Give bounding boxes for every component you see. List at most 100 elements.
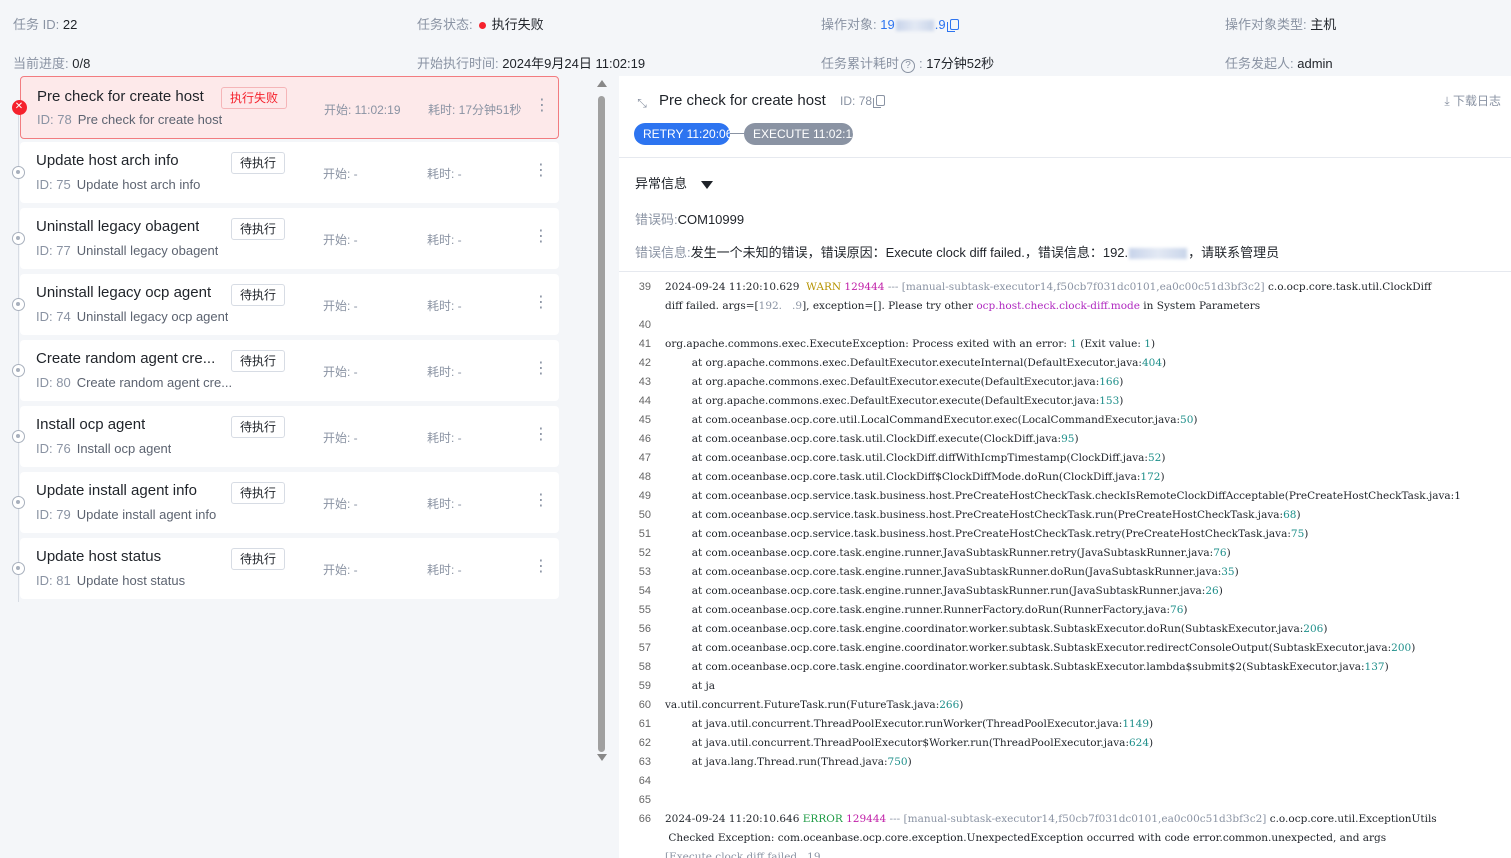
log-token: 200: [1391, 642, 1412, 654]
more-icon[interactable]: ⋮: [533, 160, 549, 182]
log-line-number: 51: [638, 528, 651, 540]
failed-node-icon: ✕: [12, 100, 27, 115]
exception-toggle[interactable]: 异常信息: [635, 173, 714, 192]
log-token: 266: [939, 699, 960, 711]
detail-id-value: 78: [858, 94, 873, 108]
log-token: ): [907, 756, 912, 768]
more-icon[interactable]: ⋮: [534, 95, 550, 117]
subtask-status-badge: 待执行: [231, 416, 286, 438]
subtask-name: Update host status: [36, 548, 162, 565]
subtask-name: Update install agent info: [36, 482, 197, 499]
log-token: 75: [1290, 528, 1305, 540]
log-line-number: 44: [638, 395, 651, 407]
target-link[interactable]: 19.9: [880, 17, 945, 32]
log-token: ): [1119, 376, 1124, 388]
log-token: ): [1218, 585, 1223, 597]
log-token: at com.oceanbase.ocp.core.task.util.Cloc…: [665, 471, 1141, 483]
log-line-number: 57: [638, 642, 651, 654]
subtask-card[interactable]: ✕ Uninstall legacy obagent 待执行 ID: 77 Uninst…: [12, 208, 559, 269]
log-line-number: 49: [638, 490, 651, 502]
log-line-text: 2024-09-24 11:20:10.646 ERROR 129444 ---…: [665, 810, 1437, 829]
subtask-cost: 耗时: -: [427, 233, 462, 247]
copy-id-icon[interactable]: [873, 95, 886, 108]
help-icon[interactable]: ?: [901, 59, 916, 73]
more-icon[interactable]: ⋮: [533, 358, 549, 380]
more-icon[interactable]: ⋮: [533, 556, 549, 578]
log-token: 129444: [846, 813, 887, 825]
log-line-number: 43: [638, 376, 651, 388]
subtask-status-badge: 待执行: [231, 548, 286, 570]
error-code-value: COM10999: [677, 212, 745, 227]
log-line-text: at com.oceanbase.ocp.core.task.engine.ru…: [665, 601, 1188, 620]
more-icon[interactable]: ⋮: [533, 226, 549, 248]
log-token: ): [1296, 509, 1301, 521]
log-token: ): [1384, 661, 1389, 673]
task-status-label: 任务状态:: [417, 17, 473, 32]
subtask-cost: 耗时: -: [427, 167, 462, 181]
more-icon[interactable]: ⋮: [533, 292, 549, 314]
subtask-start: 开始: -: [323, 431, 358, 445]
log-token: ): [1304, 528, 1309, 540]
execute-pill[interactable]: EXECUTE 11:02:19: [744, 123, 859, 145]
summary-start-time: 开始执行时间: 2024年9月24日 11:02:19: [417, 54, 645, 74]
subtask-id-label: ID: 79: [36, 507, 71, 522]
copy-icon[interactable]: [946, 19, 959, 32]
log-token: at com.oceanbase.ocp.core.task.engine.co…: [665, 661, 1365, 673]
download-log-button[interactable]: ⤓ 下载日志: [1444, 92, 1501, 109]
log-line-number: 66: [638, 813, 651, 825]
subtask-id-label: ID: 75: [36, 177, 71, 192]
detail-title: Pre check for create host: [659, 92, 826, 109]
subtask-id: 75: [56, 177, 71, 192]
log-line: 63 at java.lang.Thread.run(Thread.java:7…: [619, 753, 1511, 772]
log-token: ): [1161, 452, 1166, 464]
collapse-icon[interactable]: ⤡: [635, 96, 649, 110]
log-viewer[interactable]: 39 2024-09-24 11:20:10.629 WARN 129444 --…: [619, 273, 1511, 858]
log-line-text: at com.oceanbase.ocp.service.task.busine…: [665, 487, 1461, 506]
detail-id: ID: 78: [840, 94, 886, 108]
log-line: 44 at org.apache.commons.exec.DefaultExe…: [619, 392, 1511, 411]
subtask-card[interactable]: ✕ Create random agent cre... 待执行 ID: 80 Crea…: [12, 340, 559, 401]
id-label: ID:: [36, 309, 53, 324]
subtask-id: 79: [56, 507, 71, 522]
subtask-start: 开始: 11:02:19: [324, 103, 401, 117]
log-line: 62 at java.util.concurrent.ThreadPoolExe…: [619, 734, 1511, 753]
scroll-down-arrow-icon[interactable]: [597, 754, 607, 761]
more-icon[interactable]: ⋮: [533, 490, 549, 512]
download-log-label: 下载日志: [1452, 94, 1501, 108]
retry-pill[interactable]: RETRY 11:20:06: [634, 123, 732, 145]
log-line-text: at com.oceanbase.ocp.core.task.util.Cloc…: [665, 449, 1166, 468]
log-line-number: 53: [638, 566, 651, 578]
subtask-subname: Pre check for create host: [77, 112, 223, 127]
subtask-list-scrollbar[interactable]: [596, 76, 608, 776]
start-time-label: 开始执行时间:: [417, 56, 499, 71]
error-code: 错误码:COM10999: [635, 209, 744, 228]
log-token: 129444: [844, 281, 885, 293]
subtask-card[interactable]: ✕ Install ocp agent 待执行 ID: 76 Install ocp a…: [12, 406, 559, 467]
log-token: 192. .9: [758, 300, 803, 312]
pending-node-icon: ✕: [12, 496, 25, 509]
log-line: 64: [619, 772, 1511, 791]
log-token: diff failed. args=[: [665, 300, 759, 312]
log-token: at com.oceanbase.ocp.core.task.util.Cloc…: [665, 452, 1148, 464]
log-token: WARN: [806, 281, 842, 293]
log-token: ): [1323, 623, 1328, 635]
subtask-id-label: ID: 80: [36, 375, 71, 390]
scroll-thumb[interactable]: [598, 96, 605, 752]
log-line-number: 56: [638, 623, 651, 635]
subtask-card[interactable]: ✕ Pre check for create host 执行失败 ID: 78 Pre …: [12, 76, 559, 139]
subtask-card[interactable]: ✕ Update host arch info 待执行 ID: 75 Update ho…: [12, 142, 559, 203]
log-line-text: at java.lang.Thread.run(Thread.java:750): [665, 753, 912, 772]
more-icon[interactable]: ⋮: [533, 424, 549, 446]
log-line: 50 at com.oceanbase.ocp.service.task.bus…: [619, 506, 1511, 525]
id-label: ID:: [37, 112, 54, 127]
log-line: 51 at com.oceanbase.ocp.service.task.bus…: [619, 525, 1511, 544]
log-line-text: at com.oceanbase.ocp.core.task.engine.ru…: [665, 582, 1223, 601]
log-line: 57 at com.oceanbase.ocp.core.task.engine…: [619, 639, 1511, 658]
subtask-id: 77: [56, 243, 71, 258]
subtask-id-label: ID: 74: [36, 309, 71, 324]
subtask-card[interactable]: ✕Uninstall legacy ocp agent待执行ID: 74Unin…: [12, 274, 559, 335]
detail-id-label: ID:: [840, 94, 856, 108]
subtask-card[interactable]: ✕ Update host status 待执行 ID: 81 Update host …: [12, 538, 559, 599]
scroll-up-arrow-icon[interactable]: [597, 80, 607, 87]
subtask-card[interactable]: ✕ Update install agent info 待执行 ID: 79 Updat…: [12, 472, 559, 533]
